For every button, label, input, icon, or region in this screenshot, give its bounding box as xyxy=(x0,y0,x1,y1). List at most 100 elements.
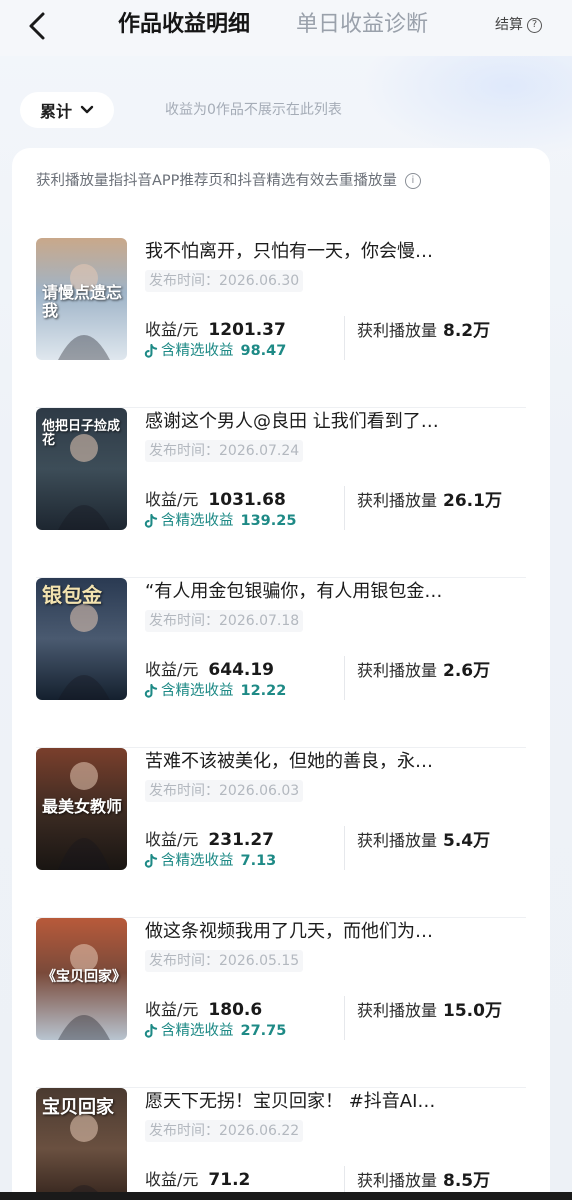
douyin-icon xyxy=(144,1023,158,1038)
card-note: 获利播放量指抖音APP推荐页和抖音精选有效去重播放量 i xyxy=(36,170,421,192)
douyin-icon xyxy=(144,343,158,358)
featured-revenue-row: 含精选收益 98.47 xyxy=(143,341,286,361)
douyin-icon xyxy=(144,513,158,528)
revenue-value: 71.2 xyxy=(208,1170,251,1190)
revenue-list-item[interactable]: 宝贝回家 愿天下无拐！宝贝回家！ #抖音AI… 发布时间：2026.06.22 … xyxy=(12,1088,550,1200)
video-thumbnail[interactable]: 他把日子捡成花 xyxy=(36,408,127,530)
revenue-value: 231.27 xyxy=(208,830,275,850)
revenue-list-item[interactable]: 银包金 “有人用金包银骗你，有人用银包金… 发布时间：2026.07.18 收益… xyxy=(12,578,550,748)
plays-value: 8.2万 xyxy=(443,321,491,341)
thumbnail-title: 最美女教师 xyxy=(42,797,123,816)
plays-label: 获利播放量 xyxy=(357,321,438,340)
thumbnail-title: 银包金 xyxy=(42,583,102,607)
revenue-list-item[interactable]: 请慢点遗忘我 我不怕离开，只怕有一天，你会慢… 发布时间：2026.06.30 … xyxy=(12,238,550,408)
revenue-row: 收益/元 644.19 xyxy=(145,656,274,680)
revenue-label: 收益/元 xyxy=(145,1170,199,1189)
video-title[interactable]: 我不怕离开，只怕有一天，你会慢… xyxy=(145,240,485,264)
revenue-value: 1031.68 xyxy=(208,490,286,510)
video-title[interactable]: 苦难不该被美化，但她的善良，永… xyxy=(145,750,485,774)
featured-revenue-value: 98.47 xyxy=(240,343,287,359)
video-title[interactable]: 做这条视频我用了几天，而他们为… xyxy=(145,920,485,944)
thumbnail-title: 请慢点遗忘我 xyxy=(42,283,123,320)
plays-label: 获利播放量 xyxy=(357,1001,438,1020)
card-note-text: 获利播放量指抖音APP推荐页和抖音精选有效去重播放量 xyxy=(36,173,397,189)
info-circle-icon[interactable]: i xyxy=(404,173,421,189)
video-title[interactable]: 感谢这个男人@良田 让我们看到了… xyxy=(145,410,485,434)
plays-block: 获利播放量 15.0万 xyxy=(357,996,502,1021)
video-thumbnail[interactable]: 最美女教师 xyxy=(36,748,127,870)
video-thumbnail[interactable]: 宝贝回家 xyxy=(36,1088,127,1200)
revenue-row: 收益/元 1201.37 xyxy=(145,316,286,340)
revenue-list-item[interactable]: 最美女教师 苦难不该被美化，但她的善良，永… 发布时间：2026.06.03 收… xyxy=(12,748,550,918)
plays-label: 获利播放量 xyxy=(357,491,438,510)
featured-revenue-row: 含精选收益 27.75 xyxy=(143,1021,286,1041)
thumbnail-title: 《宝贝回家》 xyxy=(42,969,126,985)
revenue-row: 收益/元 180.6 xyxy=(145,996,262,1020)
revenue-label: 收益/元 xyxy=(145,490,199,509)
publish-date: 发布时间：2026.06.22 xyxy=(145,1120,304,1142)
plays-block: 获利播放量 8.2万 xyxy=(357,316,490,341)
thumbnail-title: 宝贝回家 xyxy=(42,1097,114,1118)
publish-date: 发布时间：2026.06.30 xyxy=(145,270,304,292)
chevron-down-icon xyxy=(80,105,94,114)
column-divider xyxy=(344,316,345,360)
back-button[interactable] xyxy=(22,10,52,42)
featured-revenue-row: 含精选收益 139.25 xyxy=(143,511,296,531)
plays-value: 8.5万 xyxy=(443,1171,491,1191)
revenue-label: 收益/元 xyxy=(145,660,199,679)
video-thumbnail[interactable]: 请慢点遗忘我 xyxy=(36,238,127,360)
settle-label: 结算 xyxy=(495,17,523,33)
plays-label: 获利播放量 xyxy=(357,661,438,680)
period-filter-dropdown[interactable]: 累计 xyxy=(20,92,114,128)
douyin-icon xyxy=(144,853,158,868)
thumbnail-title: 他把日子捡成花 xyxy=(42,419,121,449)
featured-revenue-row: 含精选收益 7.13 xyxy=(143,851,276,871)
plays-block: 获利播放量 8.5万 xyxy=(357,1166,490,1191)
featured-revenue-row: 含精选收益 12.22 xyxy=(143,681,286,701)
column-divider xyxy=(344,996,345,1040)
tab-daily-revenue-diagnosis[interactable]: 单日收益诊断 xyxy=(296,8,428,42)
revenue-list-item[interactable]: 《宝贝回家》 做这条视频我用了几天，而他们为… 发布时间：2026.05.15 … xyxy=(12,918,550,1088)
featured-revenue-value: 12.22 xyxy=(240,683,287,699)
featured-revenue-label: 含精选收益 xyxy=(161,683,234,699)
filter-note: 收益为0作品不展示在此列表 xyxy=(165,102,342,118)
plays-block: 获利播放量 5.4万 xyxy=(357,826,490,851)
plays-label: 获利播放量 xyxy=(357,1171,438,1190)
revenue-row: 收益/元 231.27 xyxy=(145,826,274,850)
publish-date: 发布时间：2026.05.15 xyxy=(145,950,304,972)
video-title[interactable]: 愿天下无拐！宝贝回家！ #抖音AI… xyxy=(145,1090,485,1114)
douyin-icon xyxy=(144,683,158,698)
featured-revenue-label: 含精选收益 xyxy=(161,1023,234,1039)
featured-revenue-label: 含精选收益 xyxy=(161,513,234,529)
plays-value: 26.1万 xyxy=(443,491,502,511)
column-divider xyxy=(344,486,345,530)
tab-work-revenue-detail[interactable]: 作品收益明细 xyxy=(118,8,250,42)
featured-revenue-label: 含精选收益 xyxy=(161,853,234,869)
plays-value: 2.6万 xyxy=(443,661,491,681)
publish-date: 发布时间：2026.07.18 xyxy=(145,610,304,632)
featured-revenue-value: 27.75 xyxy=(240,1023,287,1039)
column-divider xyxy=(344,826,345,870)
revenue-label: 收益/元 xyxy=(145,320,199,339)
featured-revenue-label: 含精选收益 xyxy=(161,343,234,359)
plays-block: 获利播放量 2.6万 xyxy=(357,656,490,681)
revenue-list-item[interactable]: 他把日子捡成花 感谢这个男人@良田 让我们看到了… 发布时间：2026.07.2… xyxy=(12,408,550,578)
chevron-left-icon xyxy=(29,12,45,40)
plays-value: 15.0万 xyxy=(443,1001,502,1021)
top-navigation-bar: 作品收益明细 单日收益诊断 结算 ? xyxy=(0,0,572,56)
bottom-edge xyxy=(0,1192,572,1200)
plays-value: 5.4万 xyxy=(443,831,491,851)
revenue-value: 1201.37 xyxy=(208,320,286,340)
video-thumbnail[interactable]: 银包金 xyxy=(36,578,127,700)
background-glow xyxy=(360,56,572,156)
publish-date: 发布时间：2026.06.03 xyxy=(145,780,304,802)
settle-button[interactable]: 结算 ? xyxy=(495,13,542,37)
revenue-value: 180.6 xyxy=(208,1000,263,1020)
video-thumbnail[interactable]: 《宝贝回家》 xyxy=(36,918,127,1040)
revenue-row: 收益/元 71.2 xyxy=(145,1166,250,1190)
revenue-label: 收益/元 xyxy=(145,1000,199,1019)
video-title[interactable]: “有人用金包银骗你，有人用银包金… xyxy=(145,580,485,604)
featured-revenue-value: 139.25 xyxy=(240,513,297,529)
revenue-row: 收益/元 1031.68 xyxy=(145,486,286,510)
publish-date: 发布时间：2026.07.24 xyxy=(145,440,304,462)
